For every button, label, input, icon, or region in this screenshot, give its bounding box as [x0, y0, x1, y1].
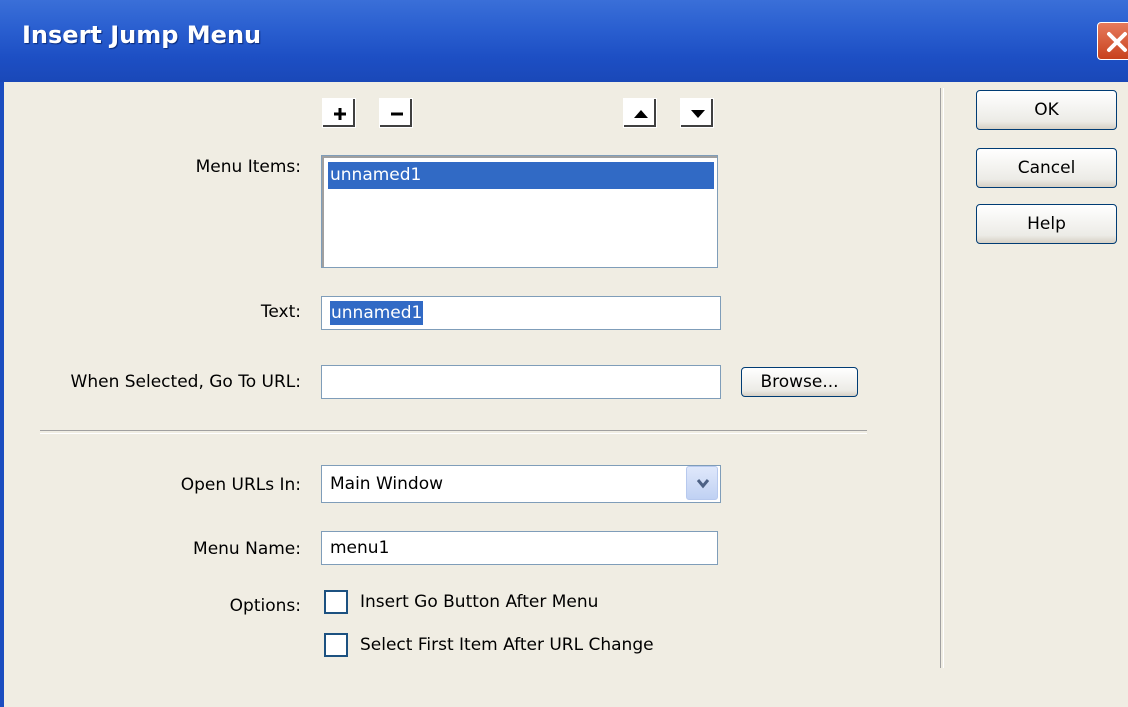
browse-button[interactable]: Browse...	[741, 367, 858, 397]
menu-items-label: Menu Items:	[195, 157, 301, 177]
menu-items-list[interactable]: unnamed1	[321, 155, 718, 268]
open-urls-in-label: Open URLs In:	[180, 475, 301, 495]
chevron-down-icon	[696, 479, 710, 489]
close-button[interactable]	[1097, 22, 1128, 60]
arrow-up-icon	[634, 110, 648, 118]
divider	[40, 430, 867, 434]
list-item[interactable]: unnamed1	[328, 162, 714, 189]
select-first-checkbox-label[interactable]: Select First Item After URL Change	[360, 635, 654, 655]
close-icon	[1107, 32, 1127, 52]
help-button[interactable]: Help	[976, 204, 1117, 244]
open-urls-in-select[interactable]: Main Window	[321, 465, 721, 503]
open-urls-in-value: Main Window	[330, 474, 444, 494]
dropdown-button[interactable]	[686, 466, 718, 500]
url-label: When Selected, Go To URL:	[70, 372, 301, 392]
options-label: Options:	[229, 596, 301, 616]
text-label: Text:	[260, 302, 301, 322]
plus-icon	[334, 108, 346, 120]
go-button-checkbox[interactable]	[324, 590, 348, 614]
vertical-divider	[940, 88, 944, 668]
window-title: Insert Jump Menu	[22, 21, 262, 49]
cancel-button[interactable]: Cancel	[976, 148, 1117, 188]
menu-name-label: Menu Name:	[193, 539, 301, 559]
title-bar: Insert Jump Menu	[0, 0, 1128, 82]
window-border	[0, 82, 4, 707]
url-field[interactable]	[321, 365, 721, 399]
select-first-checkbox[interactable]	[324, 633, 348, 657]
text-field[interactable]: unnamed1	[321, 296, 721, 330]
remove-item-button[interactable]	[379, 98, 413, 128]
minus-icon	[391, 112, 403, 116]
go-button-checkbox-label[interactable]: Insert Go Button After Menu	[360, 592, 598, 612]
ok-button[interactable]: OK	[976, 90, 1117, 130]
add-item-button[interactable]	[322, 98, 356, 128]
move-up-button[interactable]	[623, 98, 657, 128]
text-field-value: unnamed1	[330, 301, 424, 325]
arrow-down-icon	[691, 110, 705, 118]
menu-name-field[interactable]: menu1	[321, 531, 718, 565]
menu-name-value: menu1	[330, 538, 390, 558]
move-down-button[interactable]	[680, 98, 714, 128]
